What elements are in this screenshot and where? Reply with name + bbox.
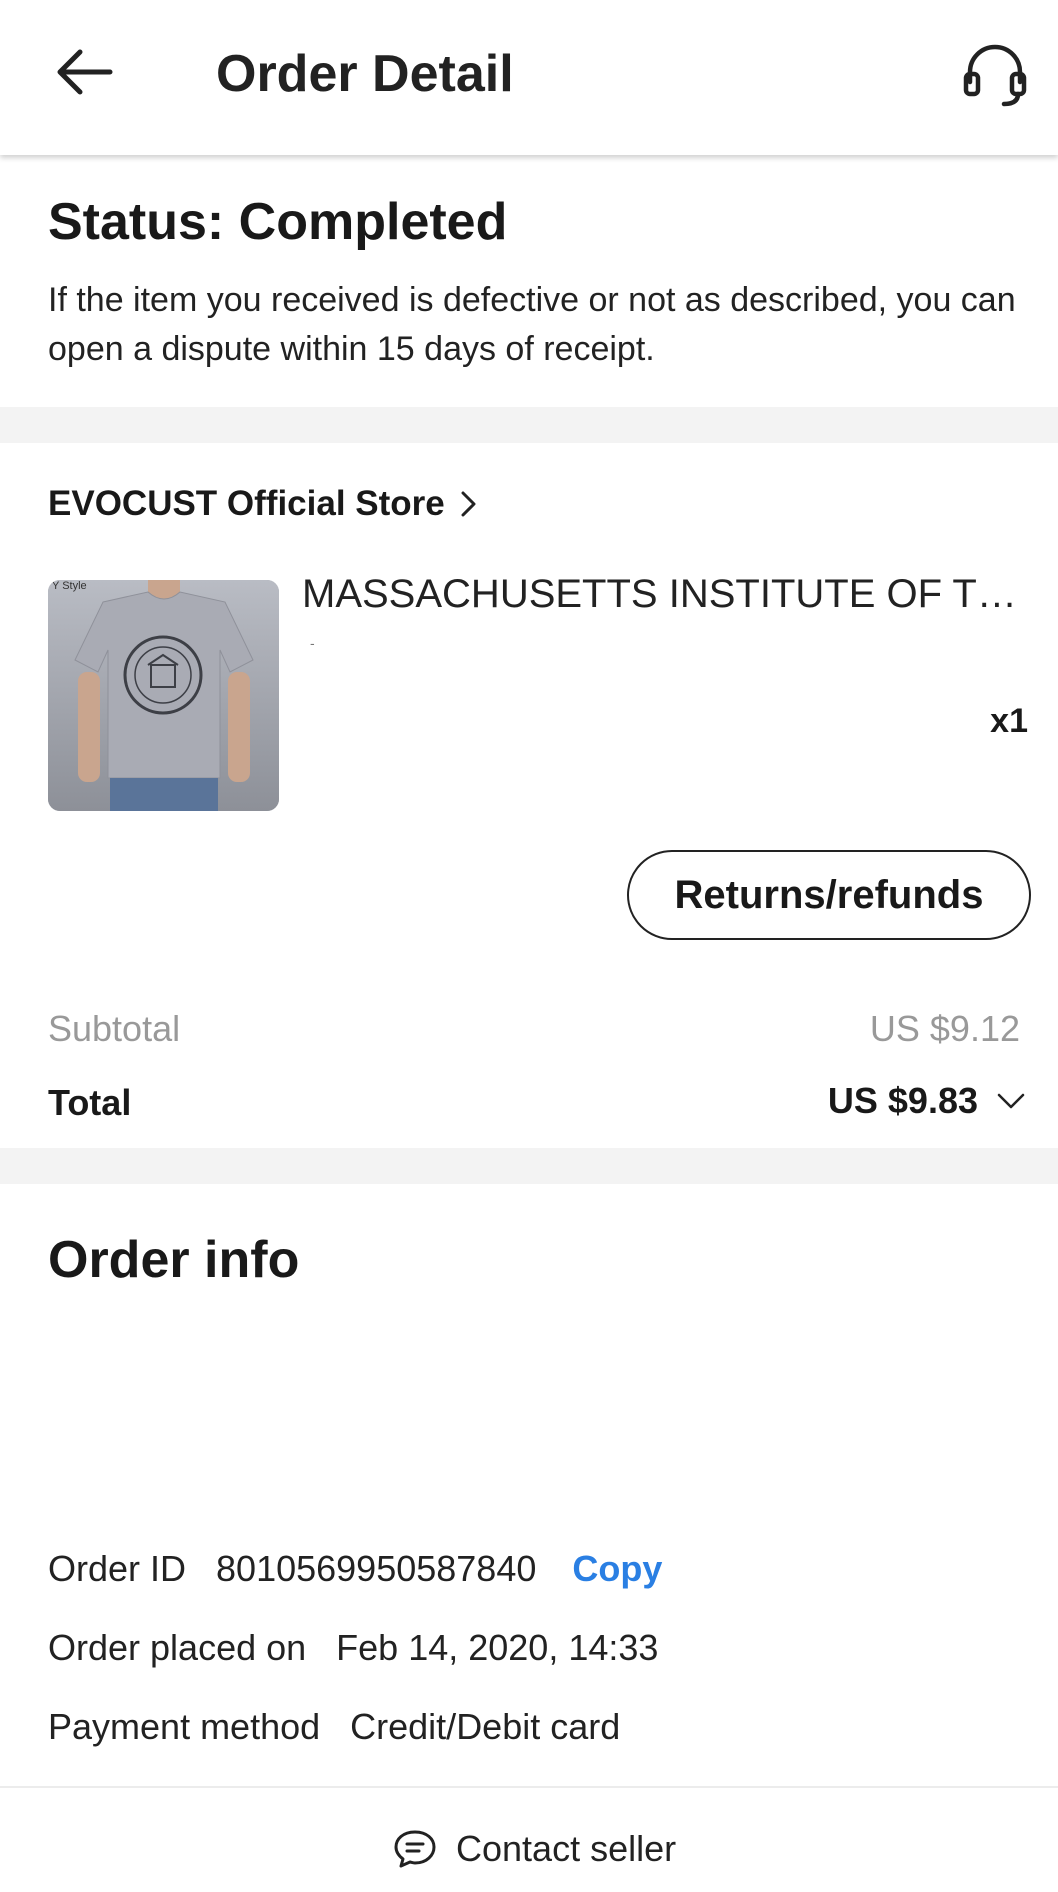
order-id-row: Order ID 8010569950587840 Copy [48, 1548, 662, 1590]
page-title: Order Detail [216, 45, 514, 103]
payment-method-value: Credit/Debit card [350, 1706, 621, 1747]
store-name: EVOCUST Official Store [48, 484, 445, 523]
order-id-value: 8010569950587840 [216, 1548, 537, 1589]
total-label: Total [48, 1082, 132, 1123]
contact-seller-label: Contact seller [456, 1828, 677, 1869]
chat-bubble-icon [394, 1830, 436, 1868]
subtotal-value: US $9.12 [869, 1008, 1020, 1049]
store-link[interactable]: EVOCUST Official Store [48, 484, 479, 524]
order-placed-label: Order placed on [48, 1627, 307, 1668]
chevron-down-icon [997, 1093, 1025, 1109]
tshirt-photo [48, 580, 279, 811]
chevron-right-icon [461, 491, 476, 517]
order-id-label: Order ID [48, 1548, 187, 1589]
payment-method-row: Payment method Credit/Debit card [48, 1706, 620, 1748]
order-status-title: Status: Completed [48, 193, 508, 251]
back-button[interactable] [40, 30, 130, 120]
section-divider [0, 407, 1058, 443]
product-title[interactable]: MASSACHUSETTS INSTITUTE OF TECHNOLOGY [302, 572, 1022, 617]
section-divider [0, 1148, 1058, 1184]
bottom-divider [0, 1786, 1058, 1788]
contact-seller-button[interactable]: Contact seller [392, 1828, 676, 1870]
order-placed-value: Feb 14, 2020, 14:33 [336, 1627, 659, 1668]
total-value: US $9.83 [827, 1080, 978, 1121]
payment-method-label: Payment method [48, 1706, 321, 1747]
top-app-bar: Order Detail [0, 0, 1058, 155]
product-image[interactable]: Y Style [48, 580, 279, 811]
product-quantity: x1 [990, 702, 1028, 740]
order-placed-row: Order placed on Feb 14, 2020, 14:33 [48, 1627, 658, 1669]
product-variant: - [310, 635, 315, 651]
subtotal-label: Subtotal [48, 1008, 181, 1049]
copy-order-id-button[interactable]: Copy [572, 1548, 662, 1590]
headset-icon [963, 44, 1027, 107]
arrow-left-icon [57, 49, 113, 95]
image-watermark: Y Style [52, 580, 87, 592]
order-status-description: If the item you received is defective or… [48, 281, 1016, 368]
total-value-toggle[interactable]: US $9.83 [828, 1080, 1026, 1122]
customer-support-button[interactable] [960, 40, 1030, 110]
returns-refunds-button[interactable]: Returns/refunds [627, 850, 1031, 940]
order-info-title: Order info [48, 1231, 300, 1289]
